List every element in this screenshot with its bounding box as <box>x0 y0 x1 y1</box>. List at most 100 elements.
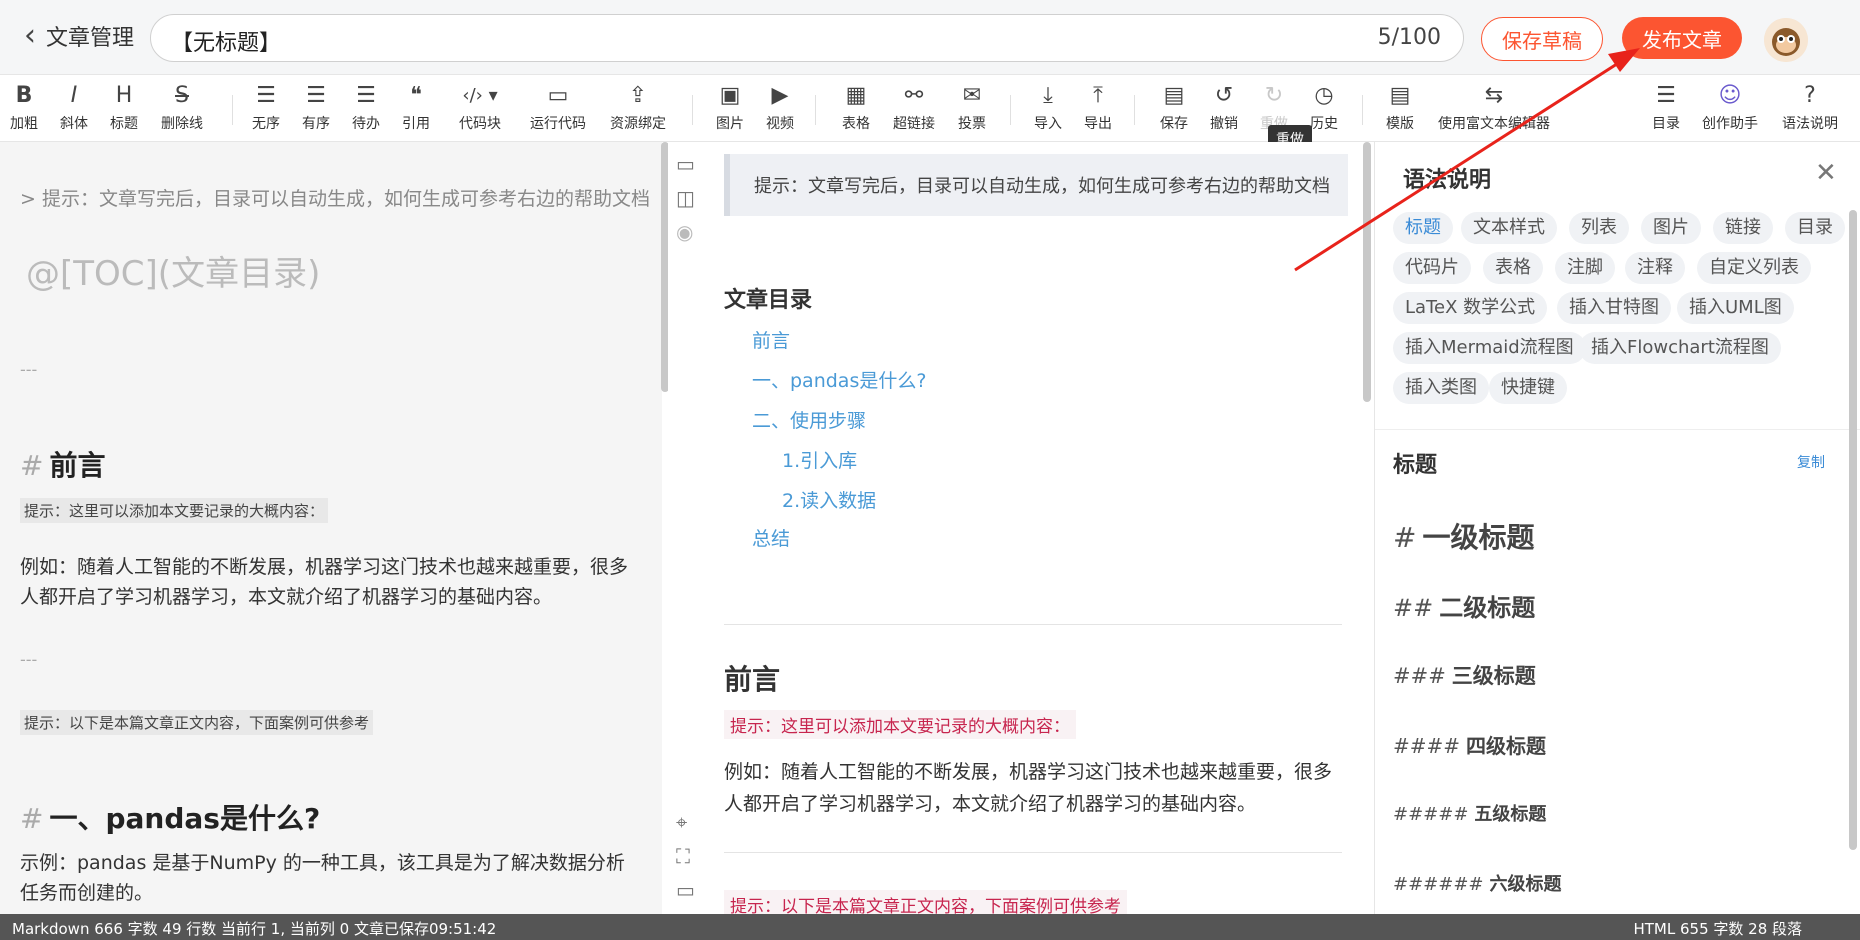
help-tag[interactable]: LaTeX 数学公式 <box>1393 292 1548 324</box>
back-to-article-management[interactable]: ‹ 文章管理 <box>24 20 134 52</box>
template-label: 模版 <box>1386 116 1414 132</box>
resource-binding-icon: ⇪ <box>628 83 648 108</box>
toolbar-divider <box>1010 95 1011 125</box>
quote-button[interactable]: ❝ 引用 <box>386 83 446 133</box>
export-button[interactable]: ⤒ 导出 <box>1068 83 1128 133</box>
import-label: 导入 <box>1034 116 1062 132</box>
strikethrough-icon: S <box>175 83 189 108</box>
toc-link[interactable]: 1.引入库 <box>782 446 857 473</box>
split-view-icon[interactable]: ◫ <box>676 186 695 210</box>
status-left: Markdown 666 字数 49 行数 当前行 1, 当前列 0 文章已保存… <box>12 920 497 938</box>
title-input[interactable]: 【无标题】 5/100 <box>150 14 1464 62</box>
heading-level-text: 四级标题 <box>1466 734 1547 758</box>
robot-icon: ☺ <box>1718 83 1742 108</box>
run-code-label: 运行代码 <box>530 116 586 132</box>
preview-scrollbar[interactable] <box>1363 142 1371 402</box>
toolbar-divider <box>1362 95 1363 125</box>
help-divider <box>1375 429 1860 430</box>
editor-heading-pandas: 一、pandas是什么? <box>49 802 321 835</box>
help-tag[interactable]: 标题 <box>1393 212 1453 244</box>
download-icon: ⤓ <box>1043 83 1053 108</box>
bold-label: 加粗 <box>10 116 38 132</box>
toc-link[interactable]: 2.读入数据 <box>782 486 876 513</box>
toc-link[interactable]: 前言 <box>752 326 790 353</box>
code-block-button[interactable]: ‹/› ▾ 代码块 <box>450 83 510 133</box>
run-code-button[interactable]: ▭ 运行代码 <box>528 83 588 133</box>
help-tag[interactable]: 图片 <box>1641 212 1701 244</box>
publish-article-button[interactable]: 发布文章 <box>1622 17 1742 59</box>
toolbar-divider <box>232 95 233 125</box>
help-tag[interactable]: 插入类图 <box>1393 372 1489 404</box>
resource-binding-button[interactable]: ⇪ 资源绑定 <box>608 83 668 133</box>
editor-hr-line: --- <box>20 360 38 379</box>
editor-heading-preface: 前言 <box>49 449 106 482</box>
help-tag[interactable]: 注脚 <box>1555 252 1615 284</box>
help-scrollbar[interactable] <box>1849 210 1857 850</box>
help-tag[interactable]: 自定义列表 <box>1697 252 1811 284</box>
avatar[interactable] <box>1764 18 1808 62</box>
help-tag[interactable]: 注释 <box>1625 252 1685 284</box>
toc-link[interactable]: 二、使用步骤 <box>752 406 866 433</box>
history-icon: ◷ <box>1314 83 1334 108</box>
monkey-avatar-icon <box>1764 18 1808 62</box>
code-block-icon: ‹/› ▾ <box>462 85 498 106</box>
toc-link[interactable]: 一、pandas是什么? <box>752 366 926 393</box>
syntax-help-button[interactable]: ? 语法说明 <box>1780 83 1840 133</box>
sync-scroll-icon[interactable]: ⌖ <box>676 810 687 834</box>
quote-label: 引用 <box>402 116 430 132</box>
preview-eye-icon[interactable]: ◉ <box>676 220 693 244</box>
preview-quote-text: 提示：文章写完后，目录可以自动生成，如何生成可参考右边的帮助文档 <box>754 176 1330 197</box>
heading-level-marks: ###### <box>1393 874 1484 895</box>
rich-text-editor-label: 使用富文本编辑器 <box>1438 116 1550 132</box>
history-label: 历史 <box>1310 116 1338 132</box>
table-button[interactable]: ▦ 表格 <box>826 83 886 133</box>
toc-link[interactable]: 总结 <box>752 524 790 551</box>
help-tag[interactable]: 插入甘特图 <box>1557 292 1671 324</box>
hyperlink-button[interactable]: ⚯ 超链接 <box>884 83 944 133</box>
ordered-list-icon: ☰ <box>306 83 326 108</box>
hyperlink-label: 超链接 <box>893 116 935 132</box>
video-button[interactable]: ▶ 视频 <box>750 83 810 133</box>
strikethrough-button[interactable]: S 删除线 <box>152 83 212 133</box>
display-icon[interactable]: ▭ <box>676 878 695 902</box>
copy-button[interactable]: 复制 <box>1797 452 1825 472</box>
writing-assistant-label: 创作助手 <box>1702 116 1758 132</box>
heading-level-marks: # <box>1393 521 1417 554</box>
help-tag[interactable]: 目录 <box>1785 212 1845 244</box>
fullscreen-icon[interactable]: ⛶ <box>676 844 690 868</box>
help-tag[interactable]: 列表 <box>1569 212 1629 244</box>
rich-text-editor-button[interactable]: ⇆ 使用富文本编辑器 <box>1438 83 1550 133</box>
resource-binding-label: 资源绑定 <box>610 116 666 132</box>
switch-icon: ⇆ <box>1484 83 1504 108</box>
heading-level-marks: ## <box>1393 594 1434 622</box>
video-icon: ▶ <box>771 83 789 108</box>
template-button[interactable]: ▤ 模版 <box>1370 83 1430 133</box>
heading-button[interactable]: H 标题 <box>94 83 154 133</box>
help-tag[interactable]: 文本样式 <box>1461 212 1557 244</box>
help-tag[interactable]: 代码片 <box>1393 252 1471 284</box>
toc-button[interactable]: ☰ 目录 <box>1636 83 1696 133</box>
heading-marker: # <box>20 449 44 482</box>
markdown-editor[interactable]: > 提示：文章写完后，目录可以自动生成，如何生成可参考右边的帮助文档 @[TOC… <box>0 142 662 914</box>
help-tag[interactable]: 快捷键 <box>1489 372 1567 404</box>
close-icon[interactable]: ✕ <box>1815 158 1837 188</box>
heading-level-text: 五级标题 <box>1474 804 1547 825</box>
help-tag[interactable]: 表格 <box>1483 252 1543 284</box>
vote-label: 投票 <box>958 116 986 132</box>
save-draft-button[interactable]: 保存草稿 <box>1481 17 1603 61</box>
syntax-help-label: 语法说明 <box>1782 116 1838 132</box>
undo-icon: ↺ <box>1214 83 1234 108</box>
heading-level-marks: #### <box>1393 734 1461 758</box>
preview-heading-preface: 前言 <box>724 663 781 696</box>
help-tag[interactable]: 链接 <box>1713 212 1773 244</box>
help-tag[interactable]: 插入Mermaid流程图 <box>1393 332 1586 364</box>
help-tag[interactable]: 插入UML图 <box>1677 292 1794 324</box>
template-icon: ▤ <box>1389 83 1411 108</box>
help-tag[interactable]: 插入Flowchart流程图 <box>1579 332 1781 364</box>
editor-only-view-icon[interactable]: ▭ <box>676 152 695 176</box>
run-code-icon: ▭ <box>547 83 569 108</box>
table-label: 表格 <box>842 116 870 132</box>
help-section-title: 标题 <box>1393 453 1438 478</box>
vote-button[interactable]: ✉ 投票 <box>942 83 1002 133</box>
writing-assistant-button[interactable]: ☺ 创作助手 <box>1700 83 1760 133</box>
